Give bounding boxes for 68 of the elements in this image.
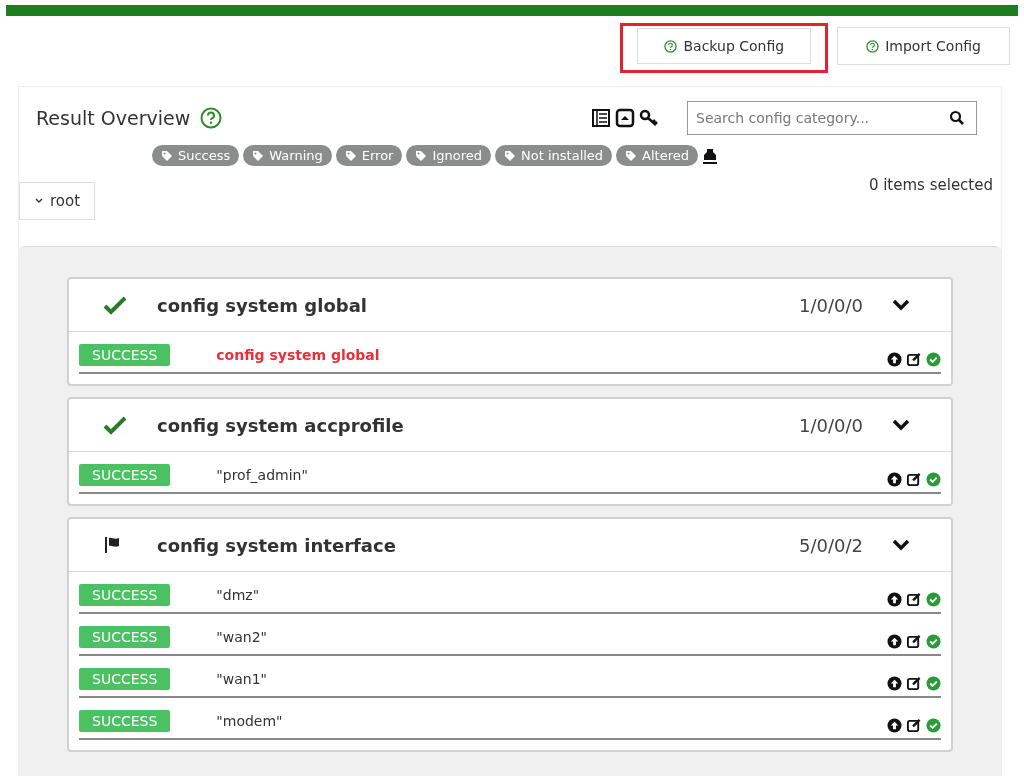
upload-icon[interactable] [887, 717, 902, 733]
help-icon [866, 39, 880, 53]
success-icon [926, 675, 941, 691]
section-title: config system interface [157, 534, 396, 556]
edit-icon[interactable] [906, 675, 922, 691]
root-dropdown[interactable]: root [19, 182, 96, 220]
selection-count: 0 items selected [868, 176, 993, 194]
status-badge: SUCCESS [79, 344, 171, 366]
section-counts: 5/0/0/2 [799, 534, 863, 556]
upload-icon[interactable] [887, 633, 902, 649]
filter-tag[interactable]: Error [335, 145, 403, 166]
list-view-icon[interactable] [591, 108, 611, 128]
status-badge: SUCCESS [79, 464, 171, 486]
filter-tag[interactable]: Altered [616, 145, 699, 166]
filter-tag[interactable]: Success [151, 145, 240, 166]
tag-icon [504, 149, 517, 162]
filter-tag[interactable]: Ignored [406, 145, 492, 166]
config-button[interactable]: Backup Config [637, 28, 812, 64]
success-icon [926, 717, 941, 733]
item-name: config system global [216, 347, 380, 363]
collapse-icon[interactable] [615, 108, 635, 128]
panel-title: Result Overview [36, 107, 191, 129]
section-title: config system accprofile [157, 414, 404, 436]
item-name: "wan1" [216, 671, 267, 687]
item-name: "prof_admin" [216, 467, 308, 483]
upload-icon[interactable] [887, 591, 902, 607]
help-icon [664, 39, 678, 53]
filter-tag[interactable]: Warning [243, 145, 332, 166]
upload-icon[interactable] [887, 675, 902, 691]
eraser-icon[interactable] [702, 146, 719, 165]
tag-icon [252, 149, 265, 162]
edit-icon[interactable] [906, 633, 922, 649]
edit-icon[interactable] [906, 471, 922, 487]
status-badge: SUCCESS [79, 626, 171, 648]
chevron-icon[interactable] [891, 298, 911, 312]
item-name: "modem" [216, 713, 283, 729]
item-name: "wan2" [216, 629, 267, 645]
tag-icon [625, 149, 638, 162]
status-badge: SUCCESS [79, 668, 171, 690]
section-counts: 1/0/0/0 [799, 294, 863, 316]
success-icon [926, 351, 941, 367]
filter-tag[interactable]: Not installed [495, 145, 613, 166]
upload-icon[interactable] [887, 471, 902, 487]
success-icon [926, 471, 941, 487]
chevron-icon[interactable] [891, 538, 911, 552]
search-icon[interactable] [949, 110, 965, 126]
chevron-icon [34, 197, 44, 205]
item-name: "dmz" [216, 587, 260, 603]
status-badge: SUCCESS [79, 584, 171, 606]
key-icon[interactable] [639, 108, 661, 128]
check-icon [103, 415, 127, 435]
search-field[interactable]: Search config category... [687, 101, 977, 135]
section-title: config system global [157, 294, 367, 316]
upload-icon[interactable] [887, 351, 902, 367]
edit-icon[interactable] [906, 717, 922, 733]
success-icon [926, 633, 941, 649]
tag-icon [344, 149, 357, 162]
success-icon [926, 591, 941, 607]
check-icon [103, 295, 127, 315]
tag-icon [160, 149, 173, 162]
config-button[interactable]: Import Config [837, 27, 1010, 65]
status-badge: SUCCESS [79, 710, 171, 732]
tag-icon [415, 149, 428, 162]
edit-icon[interactable] [906, 591, 922, 607]
chevron-icon[interactable] [891, 418, 911, 432]
edit-icon[interactable] [906, 351, 922, 367]
section-counts: 1/0/0/0 [799, 414, 863, 436]
help-icon[interactable] [200, 107, 223, 129]
